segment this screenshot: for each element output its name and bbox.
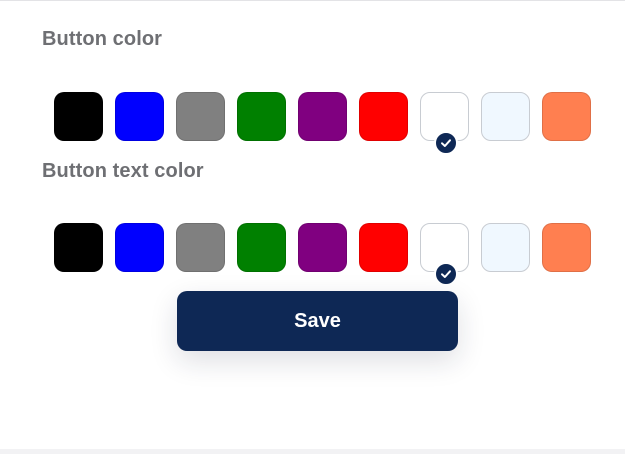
color-swatch-white[interactable] <box>420 92 469 155</box>
color-swatch-coral[interactable] <box>542 92 591 141</box>
color-swatch-gray[interactable] <box>176 223 225 272</box>
color-swatch-green[interactable] <box>237 92 286 141</box>
color-swatch-white[interactable] <box>420 223 469 286</box>
button-text-color-label: Button text color <box>42 160 204 182</box>
button-color-swatches <box>54 92 591 155</box>
color-swatch-purple[interactable] <box>298 223 347 272</box>
color-swatch-alice-blue[interactable] <box>481 223 530 272</box>
button-style-panel: Button color Button text color Save <box>0 0 625 454</box>
color-swatch-blue[interactable] <box>115 92 164 141</box>
bottom-divider <box>0 449 625 454</box>
color-swatch-green[interactable] <box>237 223 286 272</box>
color-swatch-gray[interactable] <box>176 92 225 141</box>
top-divider <box>0 0 625 1</box>
color-swatch-blue[interactable] <box>115 223 164 272</box>
button-color-label: Button color <box>42 28 163 50</box>
color-swatch-purple[interactable] <box>298 92 347 141</box>
color-swatch-alice-blue[interactable] <box>481 92 530 141</box>
button-text-color-swatches <box>54 223 591 286</box>
color-swatch-black[interactable] <box>54 92 103 141</box>
color-swatch-red[interactable] <box>359 223 408 272</box>
save-button[interactable]: Save <box>177 291 458 351</box>
color-swatch-black[interactable] <box>54 223 103 272</box>
color-swatch-red[interactable] <box>359 92 408 141</box>
checkmark-icon <box>434 262 458 286</box>
checkmark-icon <box>434 131 458 155</box>
color-swatch-coral[interactable] <box>542 223 591 272</box>
